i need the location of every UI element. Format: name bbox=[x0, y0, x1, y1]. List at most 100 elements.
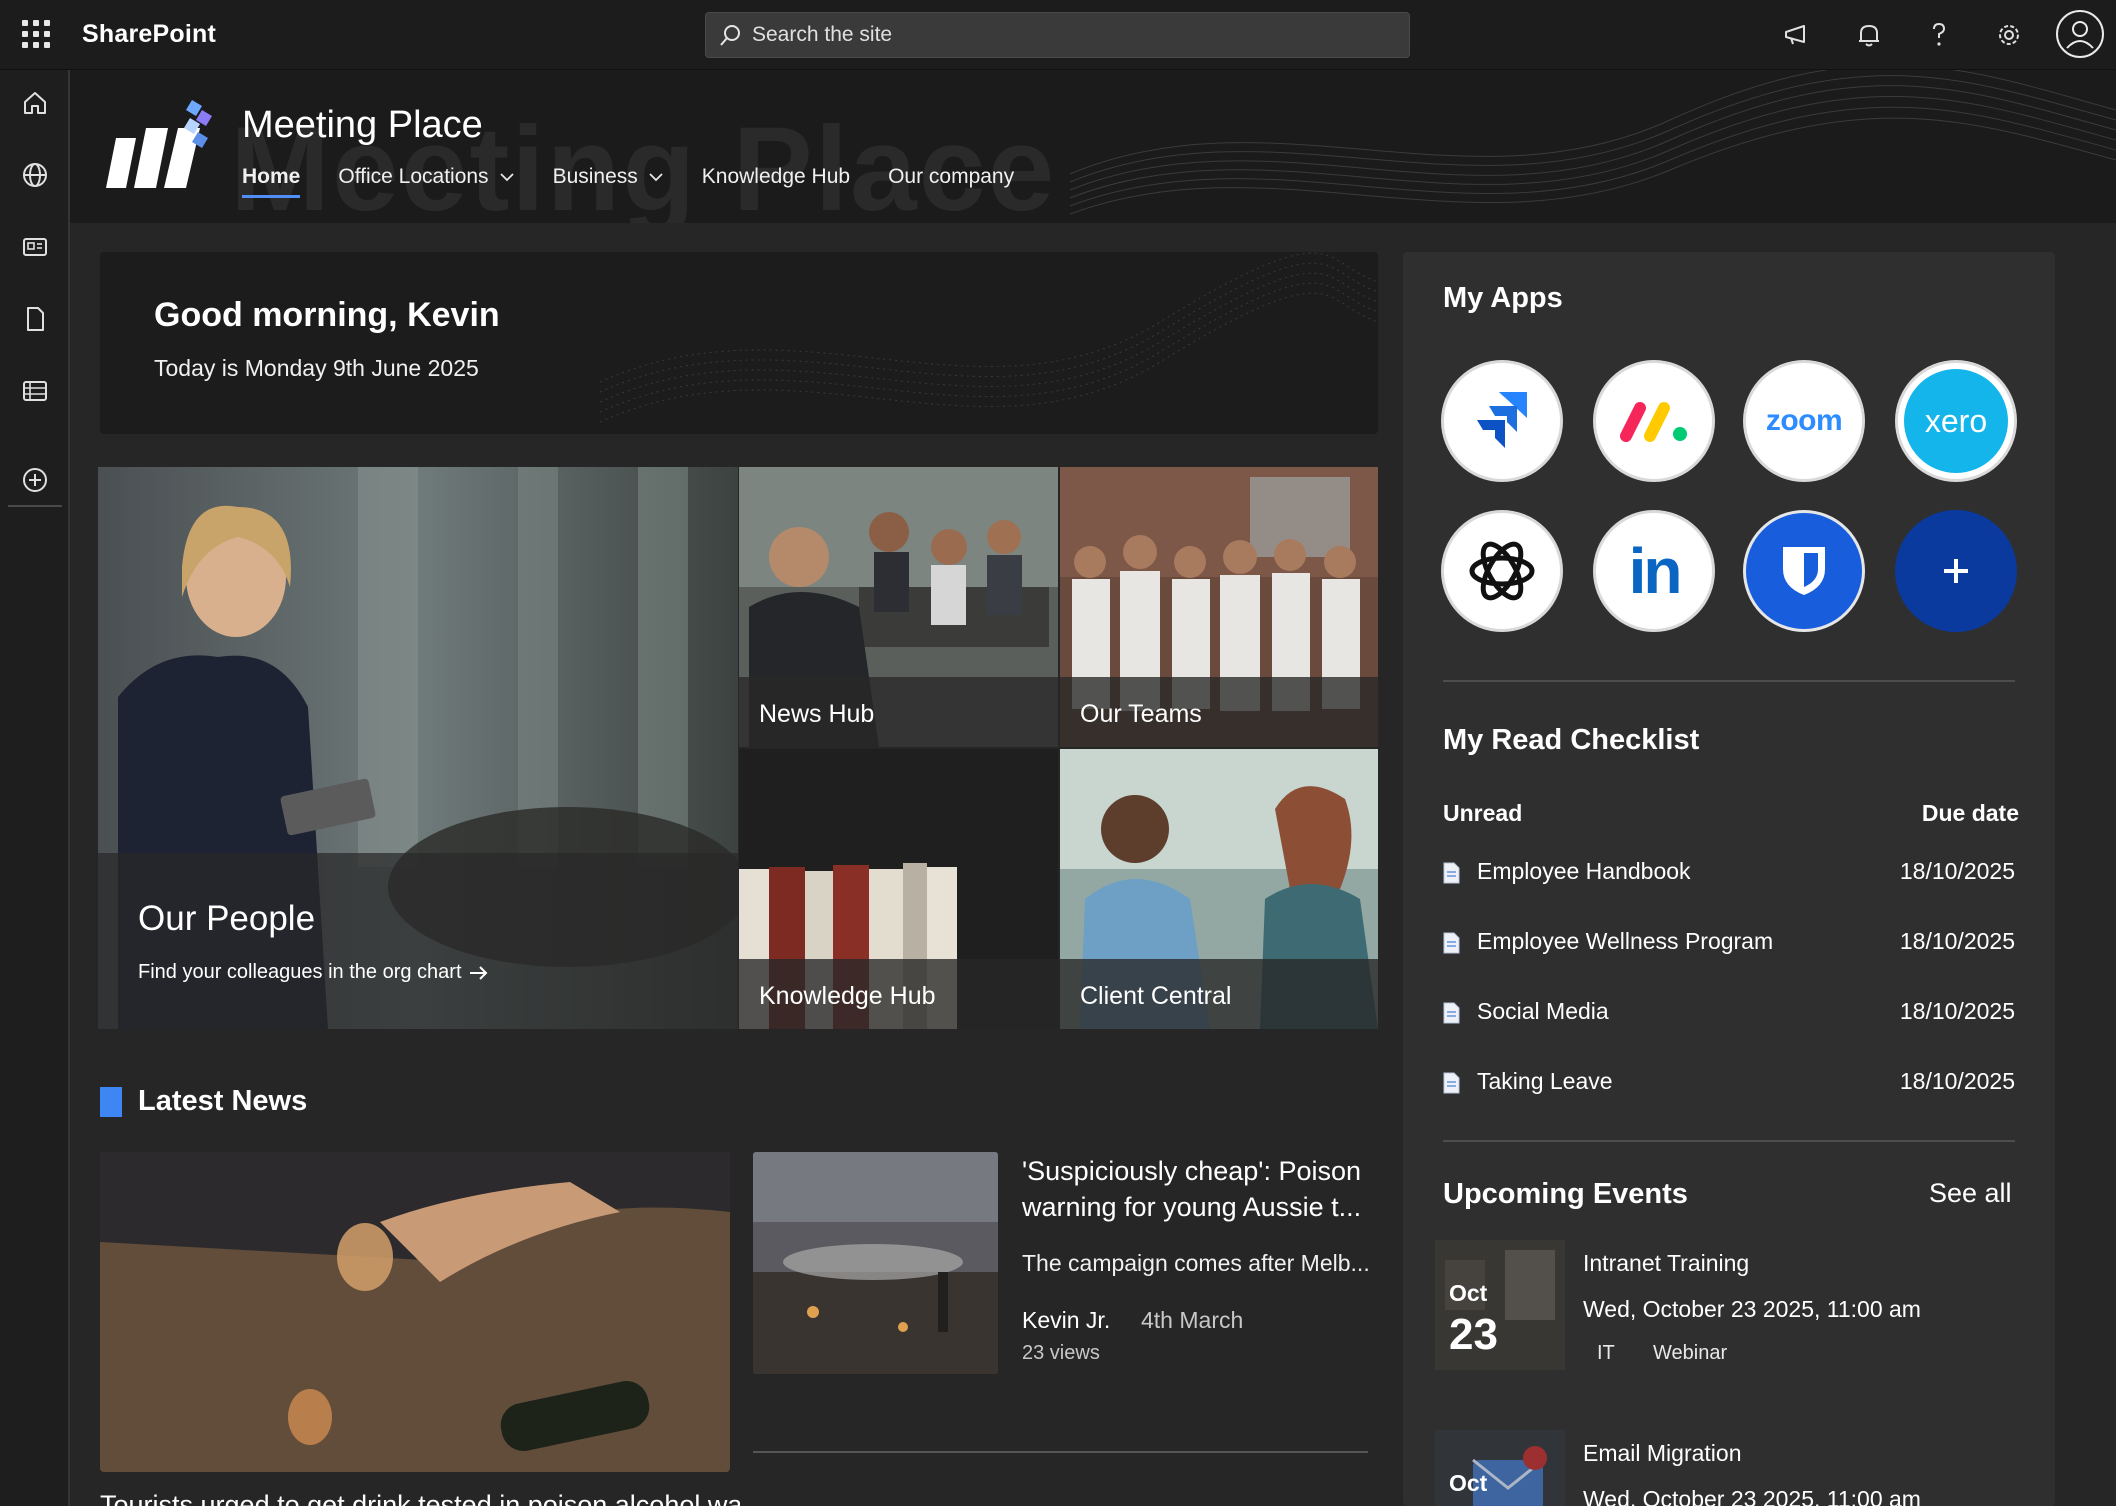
news-secondary-photo bbox=[753, 1152, 998, 1374]
tile-our-people[interactable]: Our People Find your colleagues in the o… bbox=[98, 467, 738, 1029]
event-day: 23 bbox=[1449, 1310, 1498, 1359]
news-secondary-description: The campaign comes after Melb... bbox=[1022, 1250, 1370, 1276]
left-app-bar bbox=[0, 70, 70, 1506]
client-central-label: Client Central bbox=[1080, 982, 1232, 1010]
home-icon[interactable] bbox=[20, 88, 50, 118]
event-month: Oct bbox=[1449, 1470, 1488, 1496]
account-avatar[interactable] bbox=[2056, 10, 2104, 58]
rail-divider bbox=[8, 505, 62, 507]
help-icon[interactable] bbox=[1922, 18, 1956, 52]
greeting-banner: Good morning, Kevin Today is Monday 9th … bbox=[100, 252, 1378, 434]
app-monday[interactable] bbox=[1593, 360, 1715, 482]
checklist-item-name: Employee Wellness Program bbox=[1477, 928, 1774, 954]
news-main-image[interactable] bbox=[100, 1152, 730, 1472]
event-tag: IT bbox=[1597, 1342, 1615, 1364]
monday-icon bbox=[1620, 402, 1687, 442]
app-linkedin[interactable]: in bbox=[1593, 510, 1715, 632]
checklist-row[interactable]: Employee Handbook 18/10/2025 bbox=[1443, 858, 2019, 894]
org-chart-link-text: Find your colleagues in the org chart bbox=[138, 961, 462, 983]
app-jira[interactable] bbox=[1441, 360, 1563, 482]
news-main-title[interactable]: Tourists urged to get drink tested in po… bbox=[100, 1490, 740, 1506]
list-icon[interactable] bbox=[20, 376, 50, 406]
event-item[interactable]: Oct 23 Intranet Training Wed, October 23… bbox=[1435, 1240, 2035, 1370]
site-navigation: Home Office Locations Business Knowledge… bbox=[242, 162, 1052, 198]
nav-business-label: Business bbox=[552, 165, 638, 188]
news-author[interactable]: Kevin Jr. bbox=[1022, 1307, 1110, 1334]
site-logo[interactable] bbox=[106, 98, 216, 196]
nav-business[interactable]: Business bbox=[553, 162, 664, 192]
app-launcher-icon[interactable] bbox=[22, 20, 50, 48]
create-icon[interactable] bbox=[20, 465, 50, 495]
linkedin-icon: in bbox=[1628, 535, 1683, 607]
greeting-title: Good morning, Kevin bbox=[154, 296, 500, 334]
user-icon bbox=[2066, 21, 2094, 49]
site-title[interactable]: Meeting Place bbox=[242, 104, 483, 147]
nav-home-label: Home bbox=[242, 165, 301, 188]
nav-our-company[interactable]: Our company bbox=[888, 162, 1014, 192]
greeting-date: Today is Monday 9th June 2025 bbox=[154, 355, 479, 381]
news-secondary-image[interactable] bbox=[753, 1152, 998, 1374]
file-icon[interactable] bbox=[20, 304, 50, 334]
nav-office-locations[interactable]: Office Locations bbox=[338, 162, 514, 192]
nav-our-company-label: Our company bbox=[888, 165, 1015, 188]
wave-pattern bbox=[1070, 70, 2116, 215]
tile-news-hub[interactable]: News Hub bbox=[739, 467, 1058, 747]
checklist-item-due: 18/10/2025 bbox=[1899, 858, 2015, 884]
bitwarden-shield-icon bbox=[1783, 547, 1825, 595]
app-bitwarden[interactable] bbox=[1743, 510, 1865, 632]
app-xero[interactable]: xero bbox=[1895, 360, 2017, 482]
chevron-down-icon bbox=[499, 173, 514, 182]
app-chatgpt[interactable] bbox=[1441, 510, 1563, 632]
latest-news-title: Latest News bbox=[138, 1085, 308, 1117]
globe-icon[interactable] bbox=[20, 160, 50, 190]
event-datetime: Wed, October 23 2025, 11:00 am bbox=[1583, 1486, 1921, 1506]
checklist-row[interactable]: Social Media 18/10/2025 bbox=[1443, 998, 2019, 1034]
document-icon bbox=[1443, 862, 1460, 884]
nav-knowledge-hub[interactable]: Knowledge Hub bbox=[702, 162, 850, 192]
checklist-row[interactable]: Taking Leave 18/10/2025 bbox=[1443, 1068, 2019, 1104]
knowledge-hub-label: Knowledge Hub bbox=[759, 982, 936, 1010]
my-apps-heading: My Apps bbox=[1443, 282, 1563, 314]
checklist-item-name: Taking Leave bbox=[1477, 1068, 1613, 1094]
news-secondary-title[interactable]: 'Suspiciously cheap': Poison warning for… bbox=[1022, 1153, 1382, 1225]
checklist-row[interactable]: Employee Wellness Program 18/10/2025 bbox=[1443, 928, 2019, 964]
bell-icon[interactable] bbox=[1852, 18, 1886, 52]
news-divider bbox=[753, 1451, 1368, 1453]
megaphone-icon[interactable] bbox=[1780, 18, 1814, 52]
checklist-item-name: Employee Handbook bbox=[1477, 858, 1691, 884]
event-thumbnail: Oct bbox=[1435, 1430, 1565, 1506]
apps-divider bbox=[1443, 680, 2015, 682]
checklist-item-due: 18/10/2025 bbox=[1899, 1068, 2015, 1094]
news-hub-label: News Hub bbox=[759, 700, 875, 728]
search-input[interactable] bbox=[752, 21, 1372, 49]
checklist-divider bbox=[1443, 1140, 2015, 1142]
checklist-item-due: 18/10/2025 bbox=[1899, 928, 2015, 954]
jira-icon bbox=[1477, 392, 1527, 448]
chevron-down-icon bbox=[649, 173, 663, 182]
event-tag: Webinar bbox=[1653, 1342, 1728, 1364]
gear-icon[interactable] bbox=[1992, 18, 2026, 52]
tile-our-teams[interactable]: Our Teams bbox=[1060, 467, 1378, 747]
add-app-button[interactable] bbox=[1895, 510, 2017, 632]
arrow-right-icon bbox=[469, 965, 487, 980]
event-month: Oct bbox=[1449, 1280, 1488, 1306]
event-datetime: Wed, October 23 2025, 11:00 am bbox=[1583, 1296, 1921, 1322]
plus-icon bbox=[1944, 559, 1968, 583]
app-name[interactable]: SharePoint bbox=[82, 20, 216, 49]
nav-home[interactable]: Home bbox=[242, 162, 301, 198]
news-icon[interactable] bbox=[20, 232, 50, 262]
org-chart-link[interactable]: Find your colleagues in the org chart bbox=[138, 961, 490, 984]
event-item[interactable]: Oct Email Migration Wed, October 23 2025… bbox=[1435, 1430, 2035, 1506]
document-icon bbox=[1443, 932, 1460, 954]
latest-news-heading: Latest News bbox=[100, 1085, 307, 1118]
tile-client-central[interactable]: Client Central bbox=[1060, 749, 1378, 1029]
news-date: 4th March bbox=[1141, 1307, 1244, 1333]
our-teams-label: Our Teams bbox=[1080, 700, 1202, 728]
see-all-events-link[interactable]: See all bbox=[1929, 1178, 2012, 1209]
xero-icon: xero bbox=[1904, 369, 2008, 473]
news-main-photo bbox=[100, 1152, 730, 1472]
tile-knowledge-hub[interactable]: Knowledge Hub bbox=[739, 749, 1058, 1029]
our-people-overlay bbox=[98, 853, 738, 1029]
search-box[interactable] bbox=[705, 12, 1410, 58]
app-zoom[interactable]: zoom bbox=[1743, 360, 1865, 482]
